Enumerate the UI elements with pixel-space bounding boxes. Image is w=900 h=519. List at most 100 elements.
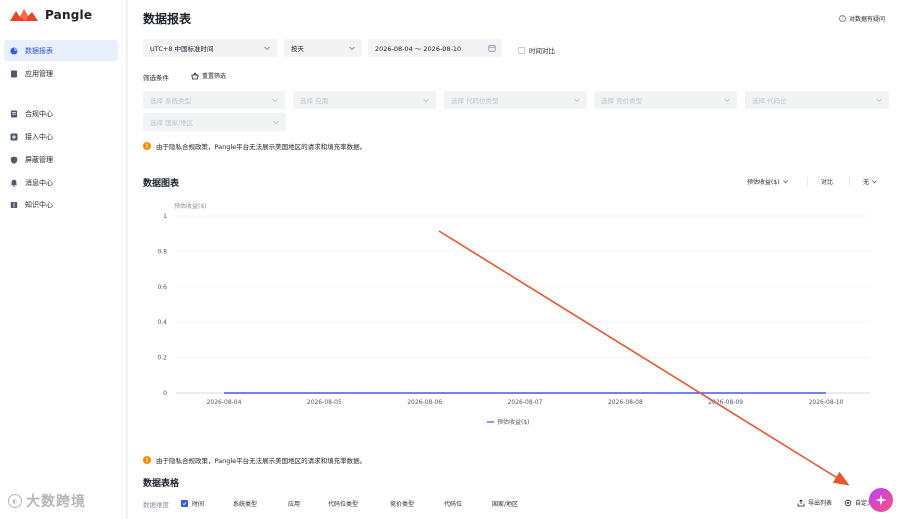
os-type-placeholder: 选择 系统类型 <box>150 97 192 105</box>
calendar-icon <box>488 45 496 52</box>
export-list-button[interactable]: 导出列表 <box>797 498 832 507</box>
chevron-down-icon <box>724 98 730 103</box>
time-compare-label: 时间对比 <box>529 47 555 55</box>
country-placeholder: 选择 国家/地区 <box>150 119 194 127</box>
sidebar-item-label: 消息中心 <box>25 178 53 187</box>
export-list-label: 导出列表 <box>808 500 833 507</box>
privacy-notice-table: ! 由于隐私合规政策，Pangle平台无法展示美国地区的请求和填充率数据。 <box>143 455 366 465</box>
dimension-label-text: 国家/地区 <box>492 501 519 508</box>
y-tick-label: 0.2 <box>157 355 167 362</box>
x-tick-label: 2026-08-08 <box>608 399 643 406</box>
dimension-label-text: 代码位 <box>444 501 463 508</box>
compare-select-value: 无 <box>863 179 870 186</box>
chevron-down-icon <box>264 46 270 51</box>
country-select[interactable]: 选择 国家/地区 <box>143 113 286 131</box>
bidding-type-placeholder: 选择 竞价类型 <box>601 97 643 105</box>
dimension-app[interactable]: 应用 <box>288 499 300 508</box>
x-tick-label: 2026-08-09 <box>708 399 743 406</box>
sidebar-item-label: 数据报表 <box>25 46 53 55</box>
x-tick-label: 2026-08-04 <box>207 399 242 406</box>
app-icon <box>10 70 18 78</box>
app-select[interactable]: 选择 应用 <box>293 91 436 109</box>
chevron-down-icon <box>423 98 429 103</box>
ad-unit-type-select[interactable]: 选择 代码位类型 <box>444 91 587 109</box>
assistant-float-button[interactable] <box>869 488 893 512</box>
sidebar-item-label: 应用管理 <box>25 69 53 78</box>
chevron-down-icon <box>273 120 279 125</box>
dimension-ad-unit[interactable]: 代码位 <box>444 499 462 508</box>
ad-unit-placeholder: 选择 代码位 <box>752 97 787 105</box>
chevron-down-icon <box>272 98 278 103</box>
reset-filter-label: 重置筛选 <box>202 73 227 80</box>
date-range-value: 2026-08-04 ～ 2026-08-10 <box>375 45 462 53</box>
divider <box>849 177 850 186</box>
date-range-picker[interactable]: 2026-08-04 ～ 2026-08-10 <box>368 39 502 57</box>
dimension-os-type[interactable]: 系统类型 <box>233 499 257 508</box>
sparkle-icon <box>875 494 887 506</box>
watermark: ◐ 大数跨境 <box>8 491 86 511</box>
revenue-line-chart: 预估收益($) 1 0.8 0.6 0.4 0.2 0 2026-08-04 2026-08-0… <box>157 202 870 426</box>
feedback-link[interactable]: ? 对数据有疑问 <box>838 14 885 23</box>
y-tick-label: 0.4 <box>157 319 167 326</box>
sidebar-item-messages[interactable]: 消息中心 <box>4 172 118 193</box>
chart-section-title: 数据图表 <box>143 179 180 189</box>
time-compare-checkbox[interactable]: 时间对比 <box>518 45 555 55</box>
dimension-bidding-type[interactable]: 竞价类型 <box>390 499 414 508</box>
metric-select[interactable]: 预估收益($) <box>747 177 789 186</box>
plug-icon <box>10 133 18 141</box>
chevron-down-icon <box>872 180 877 184</box>
document-icon <box>10 110 18 118</box>
os-type-select[interactable]: 选择 系统类型 <box>143 91 285 109</box>
ad-unit-type-placeholder: 选择 代码位类型 <box>451 97 499 105</box>
y-tick-label: 0.8 <box>157 248 167 255</box>
granularity-value: 按天 <box>291 45 304 53</box>
sidebar-item-integration[interactable]: 接入中心 <box>4 126 118 147</box>
divider <box>807 177 808 186</box>
dimension-time[interactable]: 时间 <box>181 499 204 508</box>
gear-icon <box>844 499 852 506</box>
compare-label-text: 对比 <box>821 179 834 186</box>
export-icon <box>797 498 805 506</box>
privacy-notice: ! 由于隐私合规政策，Pangle平台无法展示美国地区的请求和填充率数据。 <box>143 141 366 151</box>
timezone-select[interactable]: UTC+8 中国标准时间 <box>143 39 277 57</box>
x-tick-label: 2026-08-06 <box>407 399 442 406</box>
sidebar-item-data-report[interactable]: 数据报表 <box>4 40 118 61</box>
filter-label: 筛选条件 <box>143 74 169 82</box>
chevron-down-icon <box>574 98 580 103</box>
y-tick-label: 0 <box>163 390 167 397</box>
dimension-ad-unit-type[interactable]: 代码位类型 <box>328 499 358 508</box>
sidebar-item-app-management[interactable]: 应用管理 <box>4 63 118 84</box>
bell-icon <box>10 179 18 187</box>
ad-unit-select[interactable]: 选择 代码位 <box>745 91 889 109</box>
x-tick-label: 2026-08-07 <box>508 399 543 406</box>
chevron-down-icon <box>782 180 788 184</box>
y-tick-label: 0.6 <box>157 284 167 291</box>
bidding-type-select[interactable]: 选择 竞价类型 <box>594 91 737 109</box>
reset-filter-button[interactable]: 重置筛选 <box>191 71 226 80</box>
watermark-logo-icon: ◐ <box>8 494 22 508</box>
dimension-country[interactable]: 国家/地区 <box>492 499 518 508</box>
chevron-down-icon <box>876 98 882 103</box>
granularity-select[interactable]: 按天 <box>284 39 362 57</box>
dimension-label-text: 代码位类型 <box>328 501 359 508</box>
question-icon: ? <box>838 15 846 22</box>
compare-select[interactable]: 无 <box>863 177 878 186</box>
pie-chart-icon <box>10 47 18 55</box>
sidebar: Pangle 数据报表 应用管理 合规中心 接入中心 屏蔽管理 消息中心 知识中… <box>0 0 127 519</box>
brand-name: Pangle <box>45 8 93 22</box>
dimension-label-text: 系统类型 <box>233 501 258 508</box>
brand-logo[interactable]: Pangle <box>10 8 92 22</box>
y-axis-title: 预估收益($) <box>174 202 207 210</box>
warning-icon: ! <box>143 456 151 464</box>
checkbox-checked-icon <box>181 500 188 507</box>
sidebar-item-label: 知识中心 <box>25 200 53 209</box>
x-tick-label: 2026-08-10 <box>809 399 844 406</box>
page-title: 数据报表 <box>143 12 192 26</box>
warning-icon: ! <box>143 142 151 150</box>
sidebar-item-compliance[interactable]: 合规中心 <box>4 103 118 124</box>
checkbox-icon <box>518 46 525 54</box>
chevron-down-icon <box>349 46 355 51</box>
metric-select-value: 预估收益($) <box>747 179 780 186</box>
sidebar-item-block-management[interactable]: 屏蔽管理 <box>4 149 118 170</box>
sidebar-item-knowledge[interactable]: 知识中心 <box>4 194 118 215</box>
